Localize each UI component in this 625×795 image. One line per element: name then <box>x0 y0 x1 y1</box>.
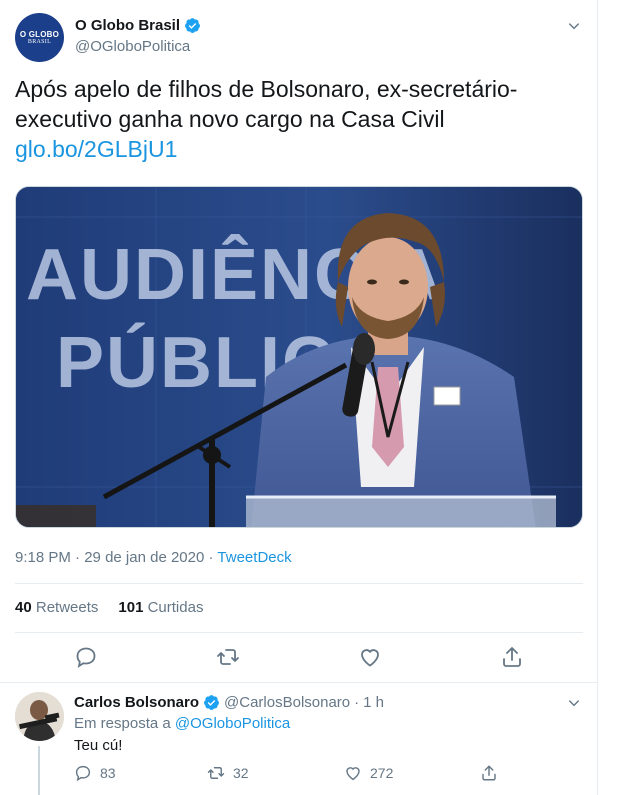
reply-header: Carlos Bolsonaro @CarlosBolsonaro · 1 h <box>74 694 384 711</box>
avatar-logo-subtext: BRASIL <box>27 38 52 45</box>
reply-icon <box>75 765 91 782</box>
in-reply-to-prefix: Em resposta a <box>74 715 171 732</box>
in-reply-to: Em resposta a @OGloboPolitica <box>74 715 290 732</box>
media-photo-image: AUDIÊNCIA PÚBLICA <box>16 187 582 527</box>
tweet-time[interactable]: 9:18 PM <box>15 549 71 566</box>
retweet-icon <box>207 767 225 779</box>
reply-text: Teu cú! <box>74 737 123 754</box>
reply-count: 83 <box>100 765 116 781</box>
reply-author-name[interactable]: Carlos Bolsonaro <box>74 694 199 711</box>
tweet-stats: 40 Retweets 101 Curtidas <box>15 599 203 616</box>
reply-avatar-image <box>15 692 64 741</box>
retweet-count: 32 <box>233 765 249 781</box>
tweet-action-bar <box>15 645 583 673</box>
tweet-timestamp-row: 9:18 PM · 29 de jan de 2020 · TweetDeck <box>15 549 292 566</box>
reply-share-button[interactable] <box>480 764 498 782</box>
like-count: 272 <box>370 765 394 781</box>
verified-badge-icon <box>185 18 200 33</box>
reply-like-button[interactable]: 272 <box>344 764 393 782</box>
likes-label: Curtidas <box>147 599 204 616</box>
reply-time[interactable]: 1 h <box>363 694 384 711</box>
verified-badge-icon <box>204 695 219 710</box>
author-handle[interactable]: @OGloboPolitica <box>75 38 190 55</box>
avatar-logo-text: O GLOBO <box>19 29 60 39</box>
tweet-link[interactable]: glo.bo/2GLBjU1 <box>15 134 177 164</box>
reply-icon[interactable] <box>74 645 98 669</box>
in-reply-to-mention[interactable]: @OGloboPolitica <box>175 715 290 732</box>
like-icon <box>346 767 360 781</box>
tweet-media-photo[interactable]: AUDIÊNCIA PÚBLICA <box>15 186 583 528</box>
divider <box>15 583 583 584</box>
meta-separator: · <box>75 549 81 566</box>
reply-author-avatar[interactable] <box>15 692 64 741</box>
author-name[interactable]: O Globo Brasil <box>75 17 180 34</box>
divider <box>15 632 583 633</box>
tweet-source-link[interactable]: TweetDeck <box>217 549 291 566</box>
tweet-text: Após apelo de filhos de Bolsonaro, ex-se… <box>15 76 518 132</box>
likes-stat[interactable]: 101 Curtidas <box>118 599 203 616</box>
retweets-label: Retweets <box>35 599 99 616</box>
reply-separator: · <box>354 694 360 711</box>
share-icon[interactable] <box>500 645 524 669</box>
reply-action-bar: 83 32 272 <box>74 764 504 784</box>
divider <box>0 682 598 683</box>
meta-separator-2: · <box>208 549 214 566</box>
chevron-down-icon[interactable] <box>567 19 581 33</box>
reply-author-handle[interactable]: @CarlosBolsonaro <box>224 694 350 711</box>
tweet-date[interactable]: 29 de jan de 2020 <box>84 549 204 566</box>
likes-count: 101 <box>118 599 144 616</box>
like-icon[interactable] <box>358 645 382 669</box>
retweets-count: 40 <box>15 599 32 616</box>
author-avatar[interactable]: O GLOBO BRASIL <box>15 13 64 62</box>
chevron-down-icon[interactable] <box>567 696 581 710</box>
retweet-icon[interactable] <box>216 645 240 669</box>
timeline-column: O GLOBO BRASIL O Globo Brasil @OGloboPol… <box>0 0 598 795</box>
retweets-stat[interactable]: 40 Retweets <box>15 599 98 616</box>
thread-line <box>38 746 40 795</box>
reply-retweet-button[interactable]: 32 <box>207 764 249 782</box>
author-name-row[interactable]: O Globo Brasil <box>75 17 201 34</box>
reply-reply-button[interactable]: 83 <box>74 764 116 782</box>
share-icon <box>482 765 496 781</box>
